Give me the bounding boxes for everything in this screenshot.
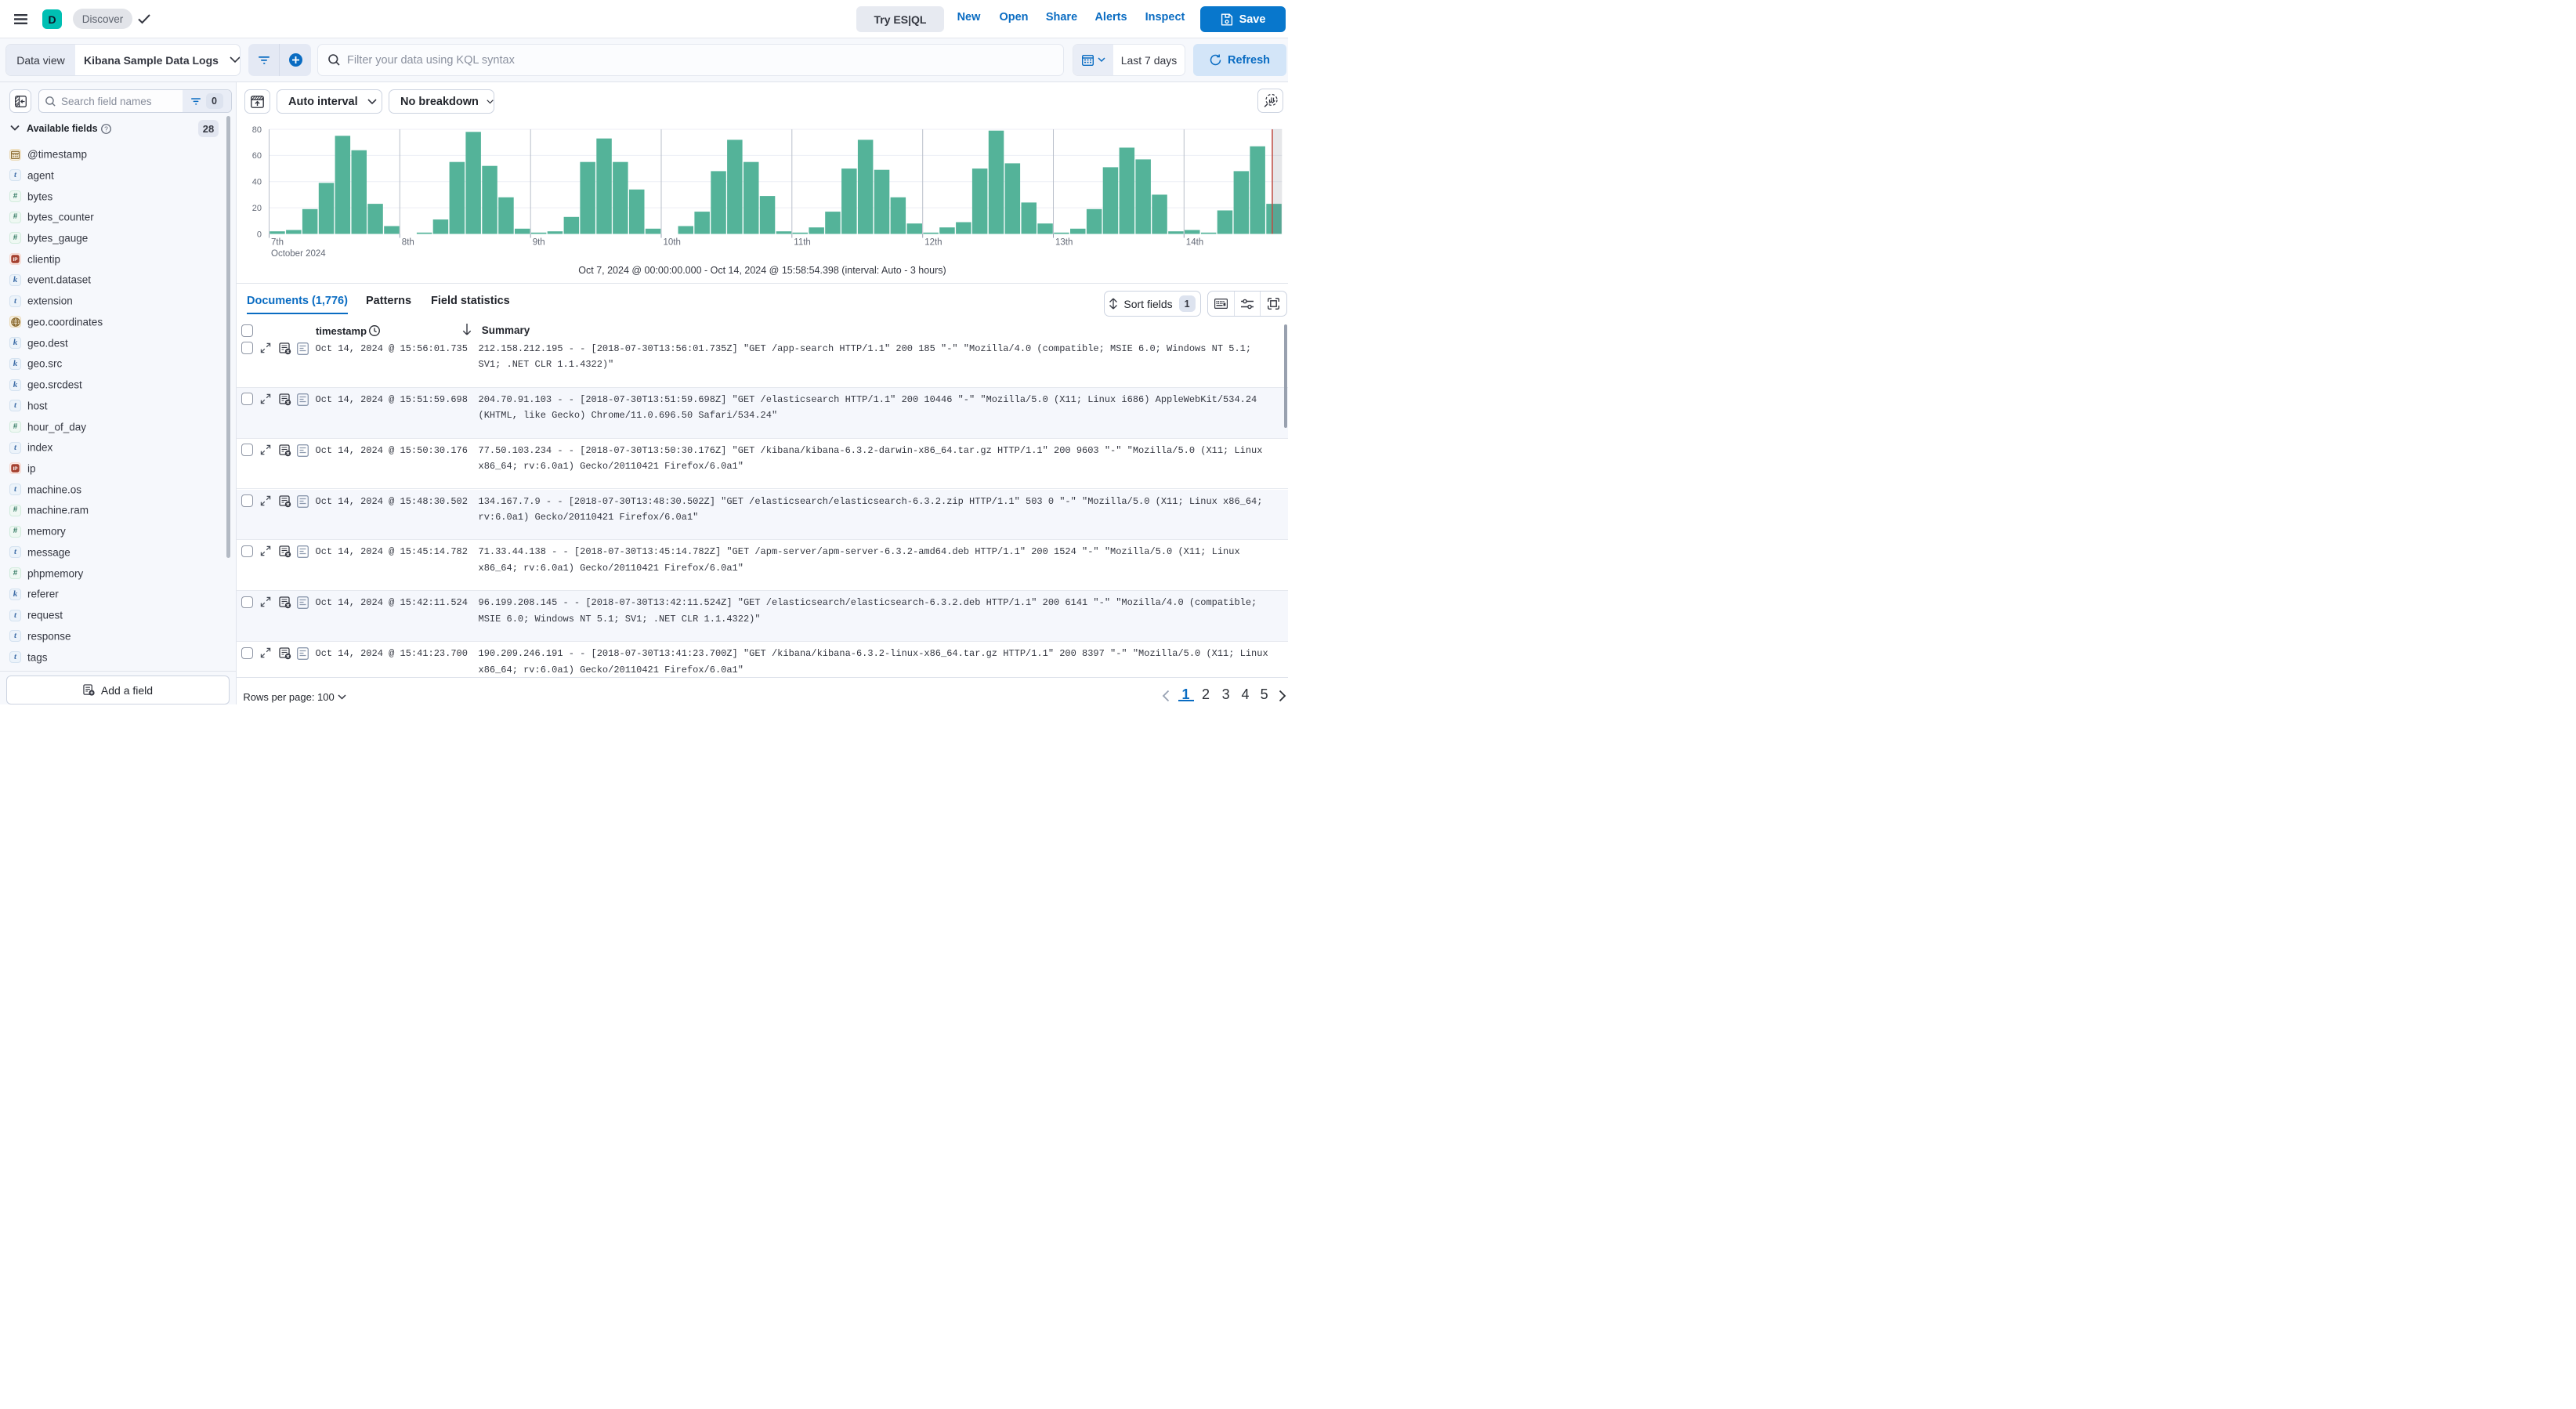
svg-text:20: 20 xyxy=(252,204,262,213)
svg-text:IP: IP xyxy=(13,257,18,263)
svg-text:13th: 13th xyxy=(1055,238,1073,248)
svg-text:40: 40 xyxy=(252,178,262,187)
svg-text:80: 80 xyxy=(252,125,262,135)
svg-text:12th: 12th xyxy=(924,238,942,248)
svg-text:?: ? xyxy=(104,125,108,132)
svg-text:0: 0 xyxy=(257,230,262,239)
svg-text:11th: 11th xyxy=(794,238,811,248)
svg-text:60: 60 xyxy=(252,151,262,161)
svg-text:14th: 14th xyxy=(1186,238,1203,248)
svg-text:8th: 8th xyxy=(402,238,414,248)
svg-text:10th: 10th xyxy=(664,238,681,248)
svg-text:9th: 9th xyxy=(533,238,545,248)
svg-text:IP: IP xyxy=(13,466,18,472)
svg-text:October 2024: October 2024 xyxy=(271,249,326,259)
svg-text:7th: 7th xyxy=(271,238,284,248)
